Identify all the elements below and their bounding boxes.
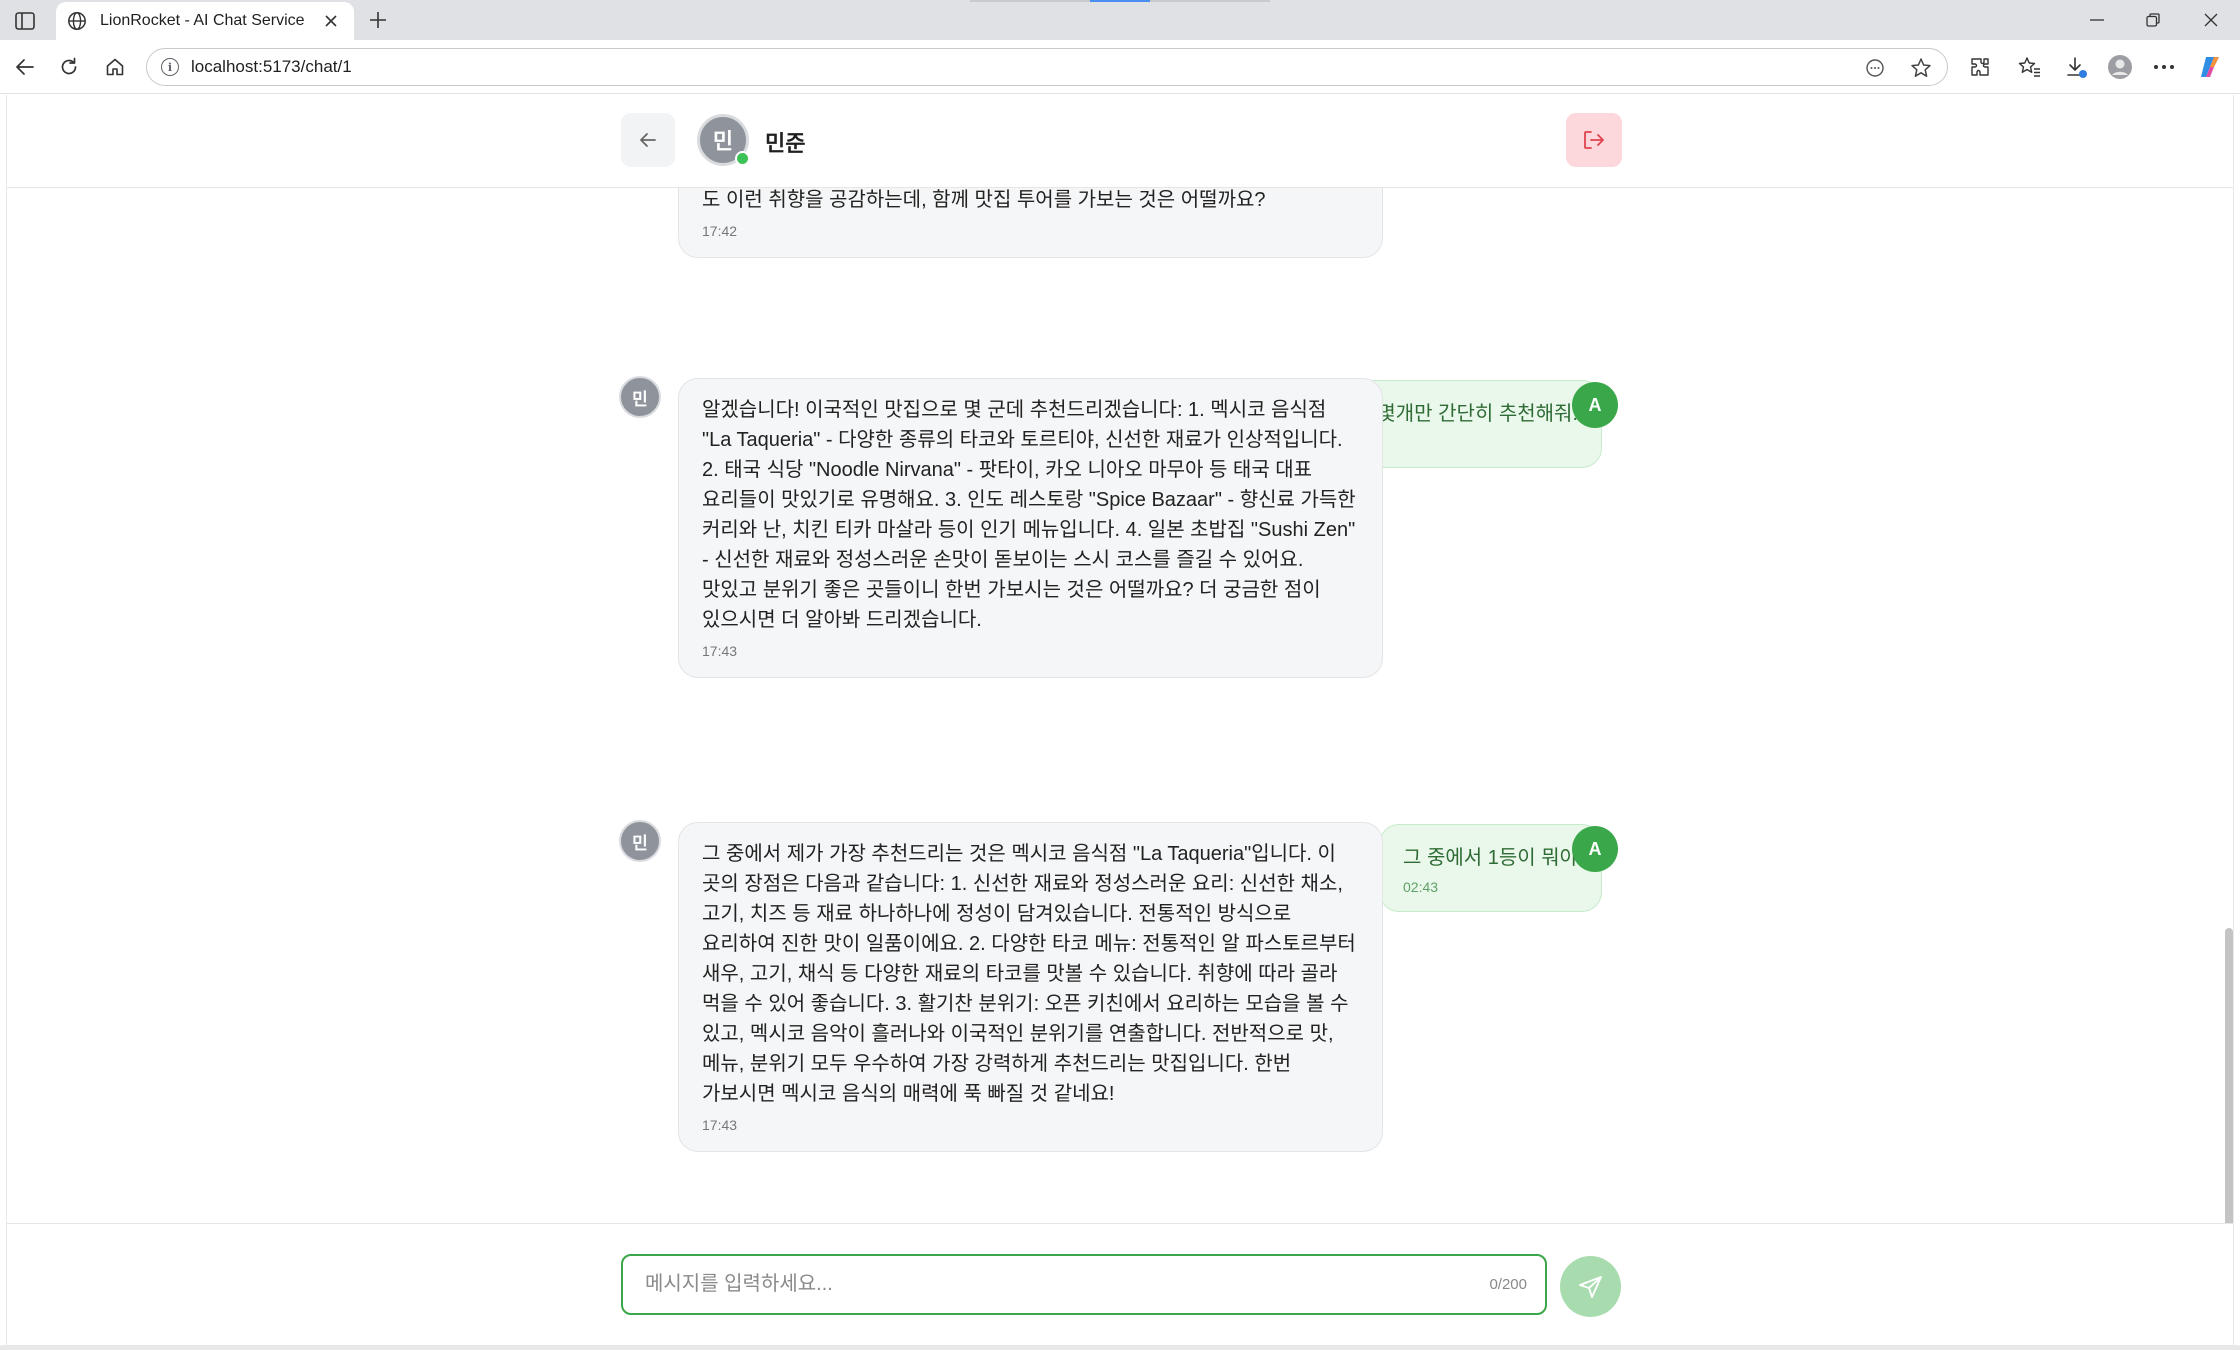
back-button[interactable] bbox=[621, 113, 675, 167]
send-icon bbox=[1578, 1275, 1602, 1298]
message-input-box[interactable]: 0/200 bbox=[621, 1254, 1547, 1315]
site-info-icon[interactable]: i bbox=[161, 58, 179, 76]
message-text: 알겠습니다! 이국적인 맛집으로 몇 군데 추천드리겠습니다: 1. 멕시코 음… bbox=[702, 399, 1356, 631]
logout-icon bbox=[1584, 131, 1604, 149]
loading-indicator bbox=[970, 0, 1270, 2]
browser-titlebar: LionRocket - AI Chat Service bbox=[0, 0, 2240, 40]
message-text: 도 이런 취향을 공감하는데, 함께 맛집 투어를 가보는 것은 어떨까요? bbox=[702, 189, 1266, 211]
tab-actions-icon[interactable] bbox=[12, 8, 38, 34]
minimize-icon[interactable] bbox=[2074, 6, 2120, 34]
ai-avatar: 민 bbox=[619, 376, 661, 418]
user-message-bubble: 그 중에서 1등이 뭐야 02:43 bbox=[1379, 824, 1602, 912]
favorites-icon[interactable] bbox=[2016, 53, 2044, 81]
reader-mode-icon[interactable] bbox=[1863, 56, 1887, 80]
chat-header: 민 민준 bbox=[7, 95, 2233, 188]
message-text: 그 중에서 제가 가장 추천드리는 것은 멕시코 음식점 "La Taqueri… bbox=[702, 843, 1356, 1105]
message-composer: 0/200 bbox=[7, 1223, 2233, 1345]
ai-message-bubble: 그 중에서 제가 가장 추천드리는 것은 멕시코 음식점 "La Taqueri… bbox=[678, 822, 1383, 1152]
ai-avatar: 민 bbox=[619, 820, 661, 862]
profile-avatar-icon[interactable] bbox=[2106, 53, 2134, 81]
reload-icon[interactable] bbox=[54, 52, 84, 82]
browser-back-icon[interactable] bbox=[10, 52, 40, 82]
send-button[interactable] bbox=[1560, 1256, 1621, 1317]
more-menu-icon[interactable] bbox=[2150, 53, 2178, 81]
restore-icon[interactable] bbox=[2130, 6, 2176, 34]
message-list[interactable]: 도 이런 취향을 공감하는데, 함께 맛집 투어를 가보는 것은 어떨까요? 1… bbox=[7, 188, 2233, 1317]
address-bar[interactable]: i localhost:5173/chat/1 bbox=[146, 48, 1948, 86]
close-tab-icon[interactable] bbox=[320, 10, 342, 32]
close-window-icon[interactable] bbox=[2188, 6, 2234, 34]
copilot-icon[interactable] bbox=[2196, 53, 2224, 81]
message-time: 17:43 bbox=[702, 643, 738, 659]
message-time: 17:42 bbox=[702, 223, 738, 239]
logout-button[interactable] bbox=[1566, 113, 1622, 167]
globe-icon bbox=[66, 10, 88, 32]
char-counter: 0/200 bbox=[1489, 1276, 1527, 1293]
message-time: 17:43 bbox=[702, 1117, 738, 1133]
tab-title: LionRocket - AI Chat Service bbox=[100, 12, 305, 29]
online-status-dot bbox=[735, 151, 750, 166]
arrow-left-icon bbox=[640, 133, 656, 147]
ai-message-bubble: 알겠습니다! 이국적인 맛집으로 몇 군데 추천드리겠습니다: 1. 멕시코 음… bbox=[678, 378, 1383, 678]
favorite-star-icon[interactable] bbox=[1909, 56, 1933, 80]
browser-toolbar: i localhost:5173/chat/1 bbox=[0, 40, 2240, 94]
window-bottom-edge bbox=[0, 1345, 2240, 1350]
chat-app: 민 민준 도 이런 취향을 공감하는데, 함께 맛집 투어를 가보는 것은 어떨… bbox=[6, 95, 2234, 1345]
message-text: 그 중에서 1등이 뭐야 bbox=[1403, 847, 1578, 869]
home-icon[interactable] bbox=[100, 52, 130, 82]
new-tab-icon[interactable] bbox=[364, 6, 392, 34]
ai-message-bubble: 도 이런 취향을 공감하는데, 함께 맛집 투어를 가보는 것은 어떨까요? 1… bbox=[678, 188, 1383, 258]
browser-tab-active[interactable]: LionRocket - AI Chat Service bbox=[56, 2, 354, 40]
message-time: 02:43 bbox=[1403, 879, 1439, 895]
message-input[interactable] bbox=[645, 1273, 1480, 1296]
extensions-icon[interactable] bbox=[1966, 53, 1994, 81]
url-text: localhost:5173/chat/1 bbox=[191, 57, 352, 76]
partner-name: 민준 bbox=[765, 131, 806, 156]
downloads-icon[interactable] bbox=[2062, 53, 2090, 81]
user-avatar: A bbox=[1572, 382, 1618, 428]
user-avatar: A bbox=[1572, 826, 1618, 872]
